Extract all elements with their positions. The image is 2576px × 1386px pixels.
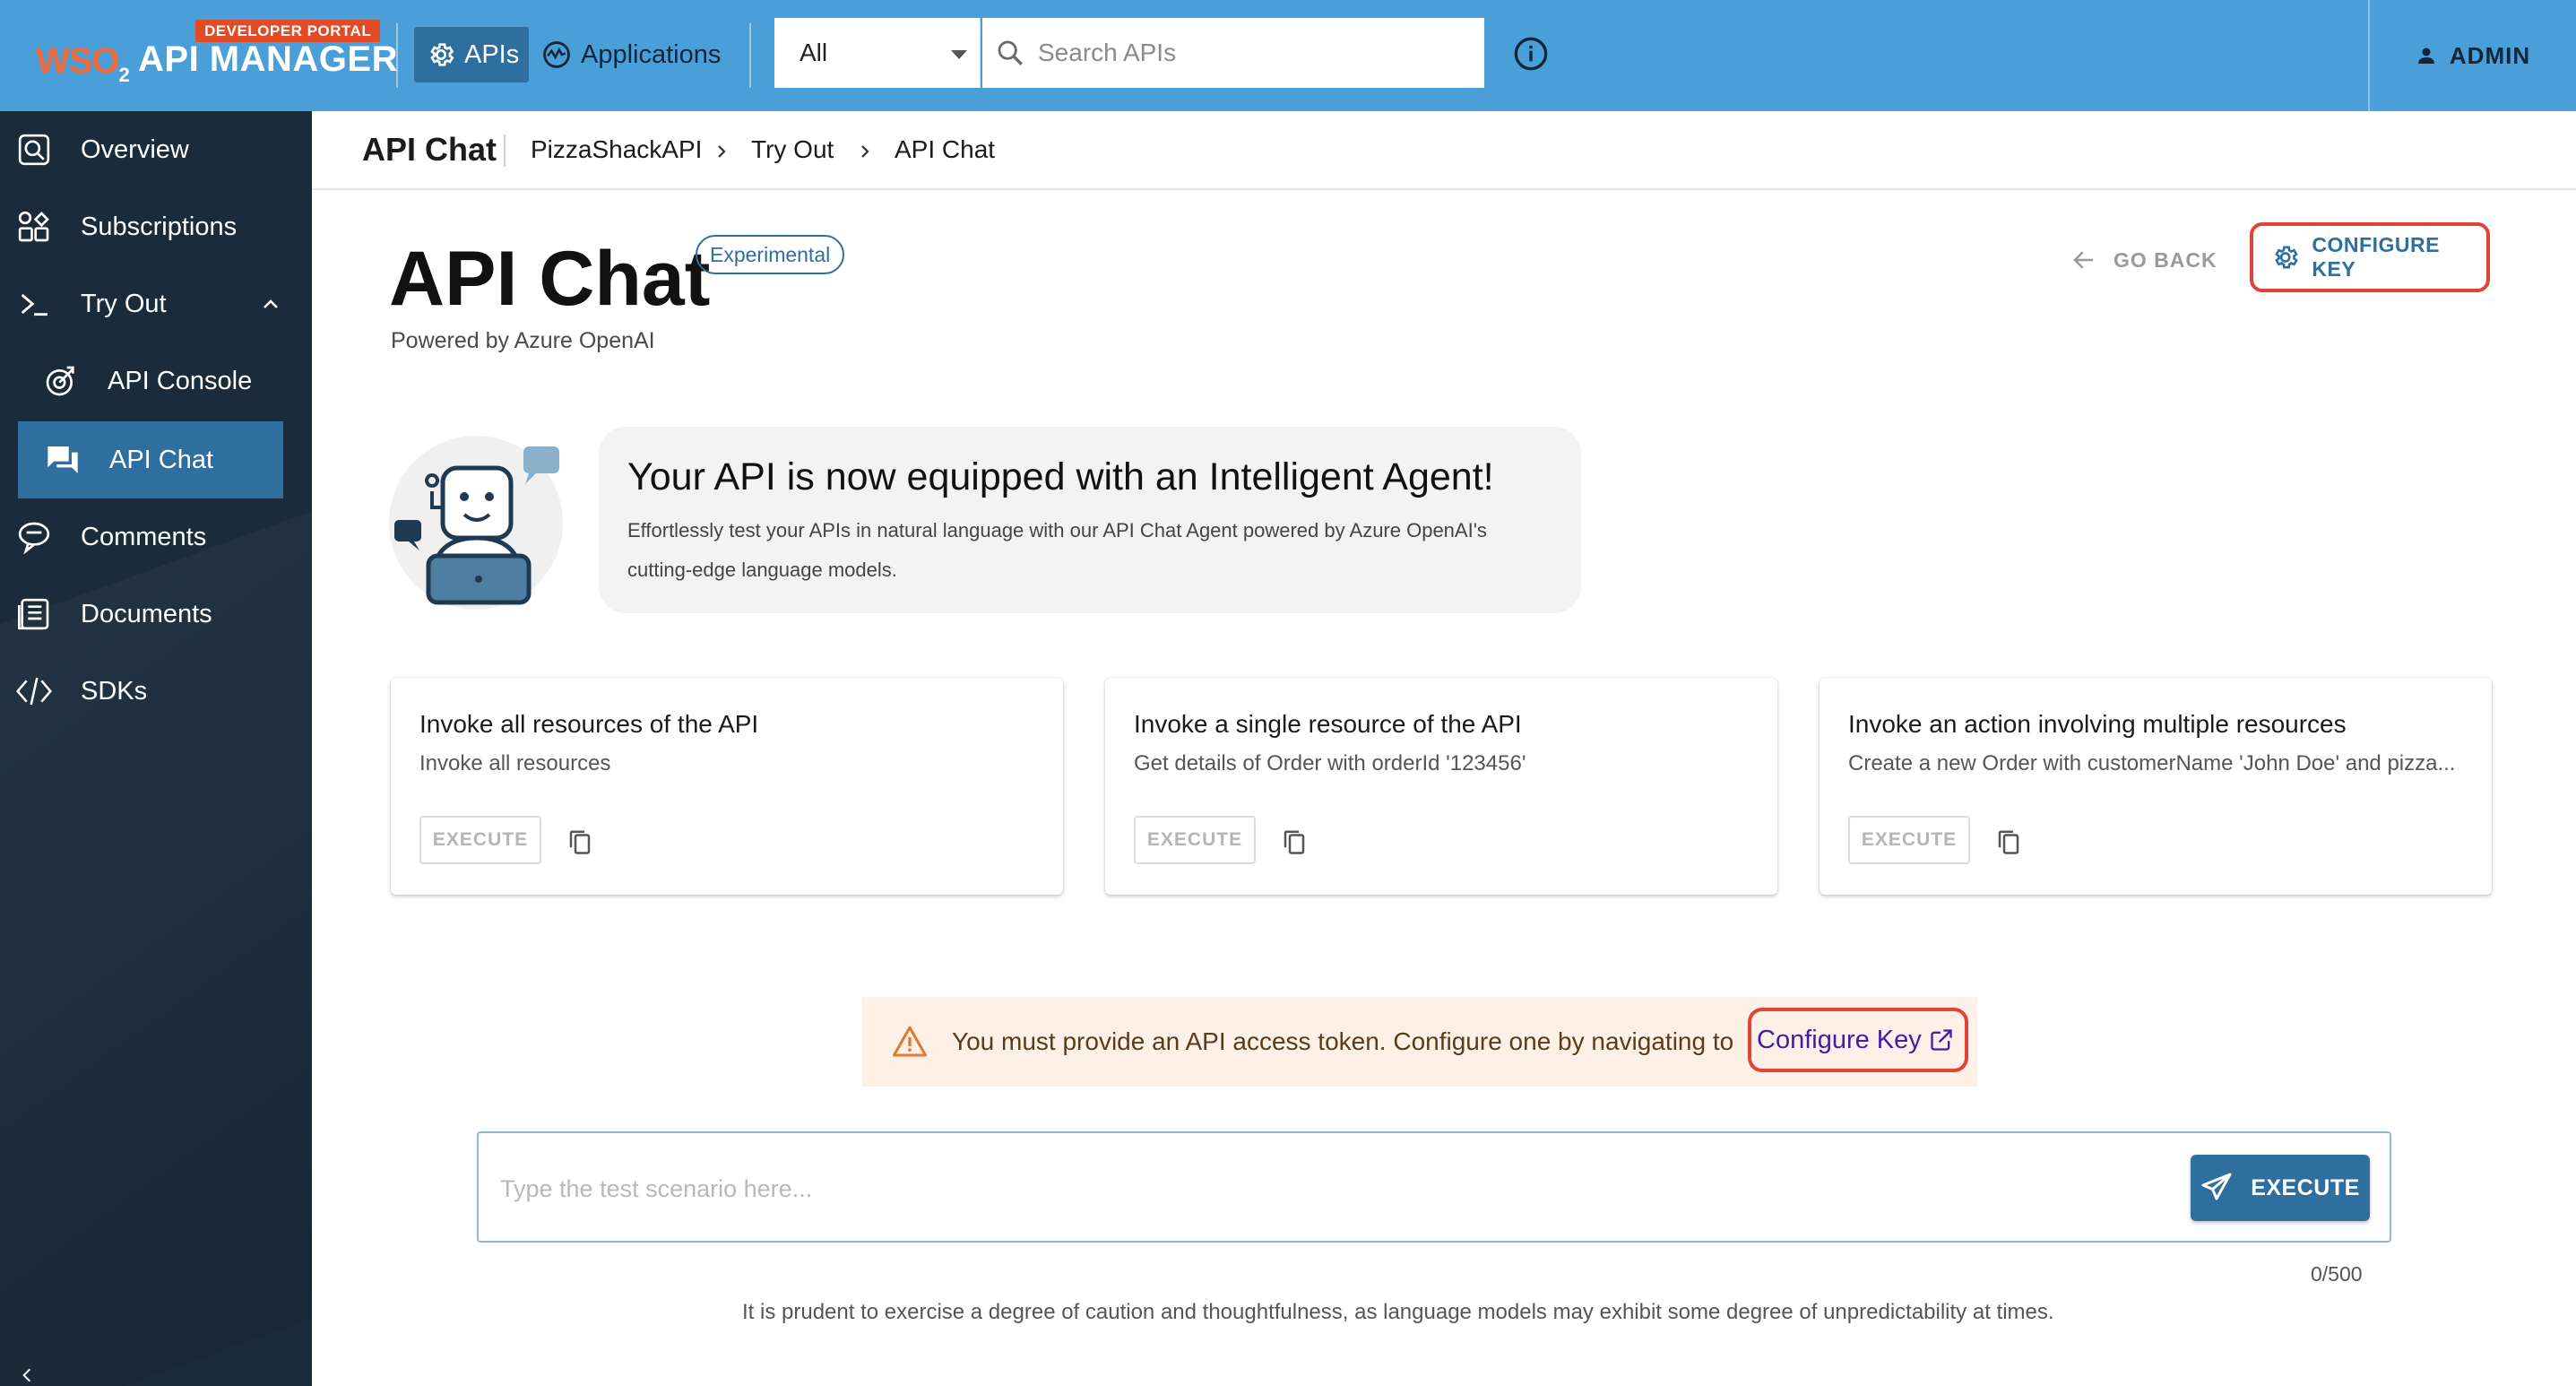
copy-icon[interactable] [1995,828,2022,855]
breadcrumb-item-try-out[interactable]: Try Out [751,135,834,164]
breadcrumb-title: API Chat [362,131,497,168]
sidebar-item-label: Documents [81,599,212,628]
nav-applications-label: Applications [581,39,722,69]
test-scenario-input[interactable] [500,1169,2203,1208]
page-subtitle: Powered by Azure OpenAI [391,328,655,353]
code-icon [16,677,52,706]
sample-execute-button[interactable]: EXECUTE [1848,816,1970,864]
sidebar: Overview Subscriptions Try Out API Conso… [0,111,312,1386]
sample-card: Invoke an action involving multiple reso… [1820,678,2492,895]
sidebar-item-label: Overview [81,134,189,164]
breadcrumb-item-current: API Chat [895,135,996,163]
overview-icon [18,134,50,166]
applications-icon [543,41,570,68]
configure-key-link-label: Configure Key [1757,1025,1922,1054]
intro-title: Your API is now equipped with an Intelli… [627,455,1494,498]
chat-icon [48,446,78,473]
robot-agent-icon [394,446,559,605]
divider [749,23,751,88]
chat-input-container: EXECUTE [477,1131,2391,1243]
execute-label: EXECUTE [2251,1174,2360,1200]
external-link-icon [1931,1029,1952,1051]
chevron-right-icon [718,145,726,158]
top-bar: DEVELOPER PORTAL WSO2 API MANAGER APIs A… [0,0,2576,111]
sidebar-item-label: API Console [108,366,253,395]
intro-text: Effortlessly test your APIs in natural l… [627,519,1487,581]
sidebar-item-comments[interactable]: Comments [0,498,312,576]
arrow-left-icon [2073,251,2093,269]
sidebar-item-sdks[interactable]: SDKs [0,653,312,730]
gear-icon [2275,246,2298,269]
app-name: API MANAGER [138,39,398,79]
configure-key-label: CONFIGURE KEY [2312,233,2440,281]
dropdown-caret-icon [951,50,967,59]
warning-alert: You must provide an API access token. Co… [862,997,1977,1087]
chevron-up-icon[interactable] [260,293,281,315]
logo[interactable]: DEVELOPER PORTAL WSO2 API MANAGER [36,18,397,93]
sidebar-item-overview[interactable]: Overview [0,111,312,188]
user-icon [2417,48,2434,64]
sample-card-subtitle: Get details of Order with orderId '12345… [1134,751,1526,775]
sample-card: Invoke a single resource of the API Get … [1105,678,1777,895]
copy-icon[interactable] [1281,828,1308,855]
sample-execute-button[interactable]: EXECUTE [1134,816,1256,864]
search-box [982,18,1484,88]
info-icon[interactable] [1513,36,1549,72]
sidebar-item-try-out[interactable]: Try Out [0,265,312,342]
sidebar-item-api-console[interactable]: API Console [0,342,312,420]
configure-key-link[interactable]: Configure Key [1748,1008,1968,1072]
disclaimer-text: It is prudent to exercise a degree of ca… [742,1300,2054,1324]
subscriptions-icon [18,211,49,242]
go-back-button[interactable]: GO BACK [2070,242,2217,278]
search-scope-value: All [800,39,828,66]
experimental-badge: Experimental [696,235,845,274]
user-menu[interactable]: ADMIN [2368,0,2576,111]
gear-icon [430,43,454,66]
warning-icon [893,1026,927,1057]
comment-icon [18,522,50,555]
divider [396,23,398,88]
sidebar-item-label: API Chat [109,445,214,474]
page-title: API Chat [389,236,711,322]
sidebar-item-subscriptions[interactable]: Subscriptions [0,188,312,265]
go-back-label: GO BACK [2114,247,2217,272]
sample-card: Invoke all resources of the API Invoke a… [391,678,1063,895]
sidebar-item-label: Comments [81,522,207,551]
search-icon [998,40,1023,65]
sample-card-title: Invoke all resources of the API [419,710,759,738]
copy-icon[interactable] [566,828,593,855]
user-name: ADMIN [2449,41,2531,69]
target-icon [46,366,74,396]
documents-icon [18,598,49,630]
search-input[interactable] [1038,39,1468,67]
sample-card-subtitle: Invoke all resources [419,751,611,775]
sample-card-title: Invoke an action involving multiple reso… [1848,710,2347,738]
sample-card-subtitle: Create a new Order with customerName 'Jo… [1848,751,2456,775]
warning-text: You must provide an API access token. Co… [952,1027,1734,1055]
nav-apis[interactable]: APIs [414,27,529,82]
search-scope-select[interactable]: All [774,18,981,88]
wso2-logo: WSO2 [36,41,130,86]
nav-apis-label: APIs [464,39,520,69]
chevron-left-icon[interactable] [18,1366,36,1384]
sidebar-item-api-chat[interactable]: API Chat [18,421,283,498]
breadcrumb: API Chat PizzaShackAPI Try Out API Chat [312,111,2576,190]
sample-card-title: Invoke a single resource of the API [1134,710,1522,738]
sidebar-item-documents[interactable]: Documents [0,576,312,653]
breadcrumb-item-api[interactable]: PizzaShackAPI [531,135,702,164]
send-icon [2201,1173,2232,1200]
divider [504,134,506,167]
chevron-right-icon [861,145,869,158]
nav-applications[interactable]: Applications [541,27,721,82]
execute-button[interactable]: EXECUTE [2191,1155,2370,1221]
sidebar-item-label: Subscriptions [81,212,238,241]
configure-key-button[interactable]: CONFIGURE KEY [2250,222,2490,292]
character-counter: 0/500 [2311,1262,2363,1286]
sidebar-item-label: Try Out [81,289,167,318]
terminal-icon [21,293,48,316]
sample-execute-button[interactable]: EXECUTE [419,816,541,864]
sidebar-item-label: SDKs [81,676,148,706]
